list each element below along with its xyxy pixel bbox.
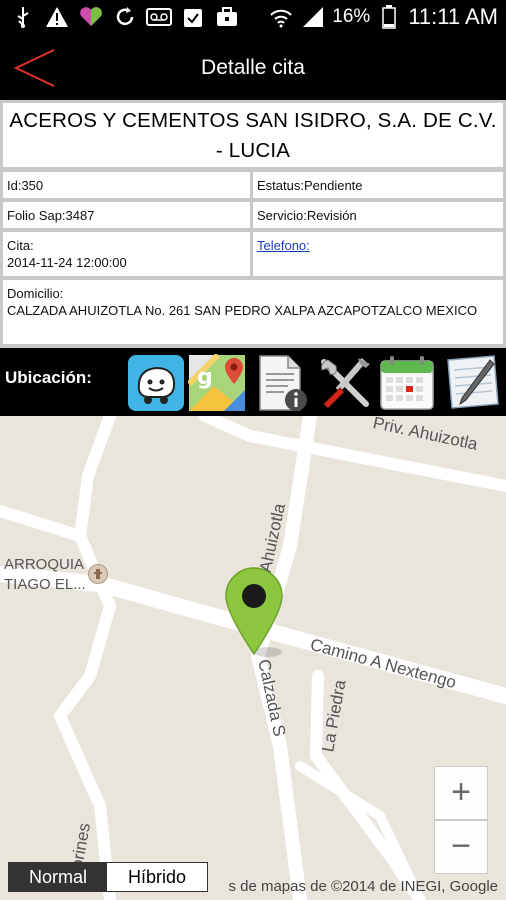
address-value: CALZADA AHUIZOTLA No. 261 SAN PEDRO XALP… <box>7 303 478 318</box>
phone-link[interactable]: Telefono: <box>257 238 310 253</box>
document-info-icon[interactable] <box>252 354 310 412</box>
voicemail-icon <box>146 6 172 28</box>
page-title: Detalle cita <box>201 56 305 79</box>
calendar-icon[interactable] <box>378 354 436 412</box>
address-field: Domicilio: CALZADA AHUIZOTLA No. 261 SAN… <box>3 280 503 344</box>
church-poi-icon[interactable] <box>88 564 108 584</box>
map-type-hybrid-button[interactable]: Híbrido <box>107 863 207 891</box>
map-type-normal-button[interactable]: Normal <box>9 863 107 891</box>
folio-field: Folio Sap:3487 <box>3 202 250 228</box>
signal-icon <box>300 6 326 28</box>
phone-field: Telefono: <box>253 232 503 276</box>
appointment-field: Cita: 2014-11-24 12:00:00 <box>3 232 250 276</box>
map-view[interactable]: Priv. Ahuizotla Ahuizotla Camino A Nexte… <box>0 416 506 900</box>
battery-percent: 16% <box>332 6 371 27</box>
location-marker-icon[interactable] <box>224 566 284 656</box>
heart-app-icon <box>78 6 104 28</box>
poi-label-line1: ARROQUIA <box>4 556 85 573</box>
battery-icon <box>376 5 402 29</box>
map-type-toggle: Normal Híbrido <box>8 862 208 892</box>
zoom-out-button[interactable]: − <box>434 820 488 874</box>
location-actions-bar: Ubicación: g <box>0 348 506 416</box>
briefcase-icon <box>214 6 240 28</box>
notification-icons <box>10 6 240 28</box>
action-bar: Detalle cita <box>0 36 506 100</box>
clipboard-check-icon <box>180 6 206 28</box>
map-attribution: s de mapas de ©2014 de INEGI, Google <box>228 878 498 895</box>
details-panel: ACEROS Y CEMENTOS SAN ISIDRO, S.A. DE C.… <box>0 100 506 348</box>
sync-icon <box>112 6 138 28</box>
company-name: ACEROS Y CEMENTOS SAN ISIDRO, S.A. DE C.… <box>3 103 503 167</box>
warning-icon <box>44 6 70 28</box>
appointment-label: Cita: <box>7 238 34 253</box>
status-bar: 16% 11:11 AM <box>0 0 506 36</box>
clock: 11:11 AM <box>408 4 498 29</box>
id-field: Id:350 <box>3 172 250 198</box>
usb-icon <box>10 6 36 28</box>
notepad-icon[interactable] <box>442 354 500 412</box>
appointment-datetime: 2014-11-24 12:00:00 <box>7 255 127 270</box>
address-label: Domicilio: <box>7 286 64 301</box>
google-maps-icon[interactable]: g <box>186 352 246 412</box>
wifi-icon <box>268 6 294 28</box>
service-field: Servicio:Revisión <box>253 202 503 228</box>
status-field: Estatus:Pendiente <box>253 172 503 198</box>
waze-icon[interactable] <box>127 354 185 412</box>
system-indicators: 16% 11:11 AM <box>268 4 498 30</box>
zoom-in-button[interactable]: + <box>434 766 488 820</box>
poi-label-line2: TIAGO EL... <box>4 576 86 593</box>
tools-icon[interactable] <box>316 354 374 412</box>
svg-text:g: g <box>197 365 213 390</box>
location-label: Ubicación: <box>5 368 92 387</box>
